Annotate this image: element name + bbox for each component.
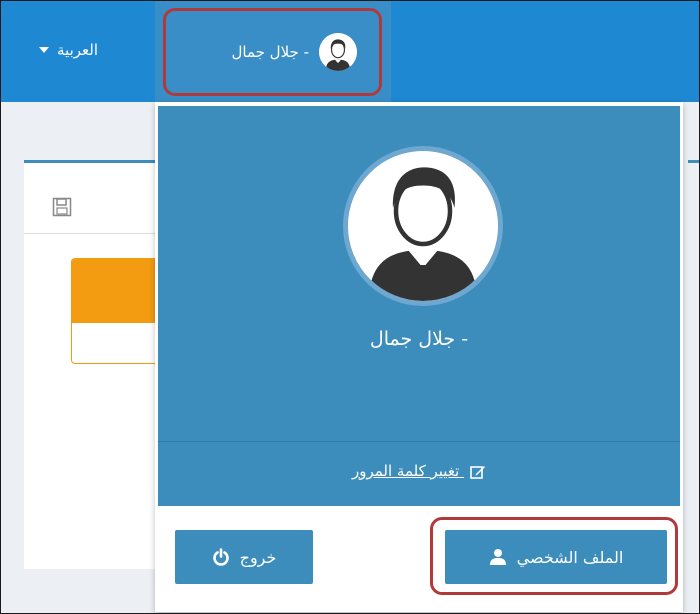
save-icon[interactable] [52,197,72,217]
profile-button[interactable]: الملف الشخصي [445,530,667,584]
card-border-strip [688,160,699,163]
power-icon [212,548,229,566]
user-avatar-icon [343,146,503,306]
content-card [24,160,183,569]
logout-button[interactable]: خروج [175,530,313,584]
logout-label: خروج [239,547,277,567]
change-password-link[interactable]: تغيير كلمة المرور [158,462,680,480]
edit-icon [470,465,486,479]
user-dropdown-menu: جلال جمال - تغيير كلمة المرور خروج الملف… [155,102,683,612]
user-icon [489,549,506,565]
user-menu-toggle[interactable]: جلال جمال - [155,1,391,102]
language-label: العربية [57,41,98,59]
caret-down-icon [39,47,49,53]
language-dropdown[interactable]: العربية [39,35,127,65]
user-header: جلال جمال - [158,106,680,441]
change-password-row: تغيير كلمة المرور [158,441,680,506]
card-toolbar [24,163,174,234]
top-navbar: العربية جلال جمال - [1,1,699,102]
profile-label: الملف الشخصي [516,547,624,567]
user-avatar-icon [319,33,357,71]
user-menu-label: جلال جمال - [231,43,310,61]
user-menu-highlight[interactable]: جلال جمال - [163,8,382,96]
user-name: جلال جمال - [369,328,469,350]
change-password-label: تغيير كلمة المرور [351,462,460,480]
app-frame: العربية جلال جمال - جلال جمال - تغيير كل… [0,0,700,614]
